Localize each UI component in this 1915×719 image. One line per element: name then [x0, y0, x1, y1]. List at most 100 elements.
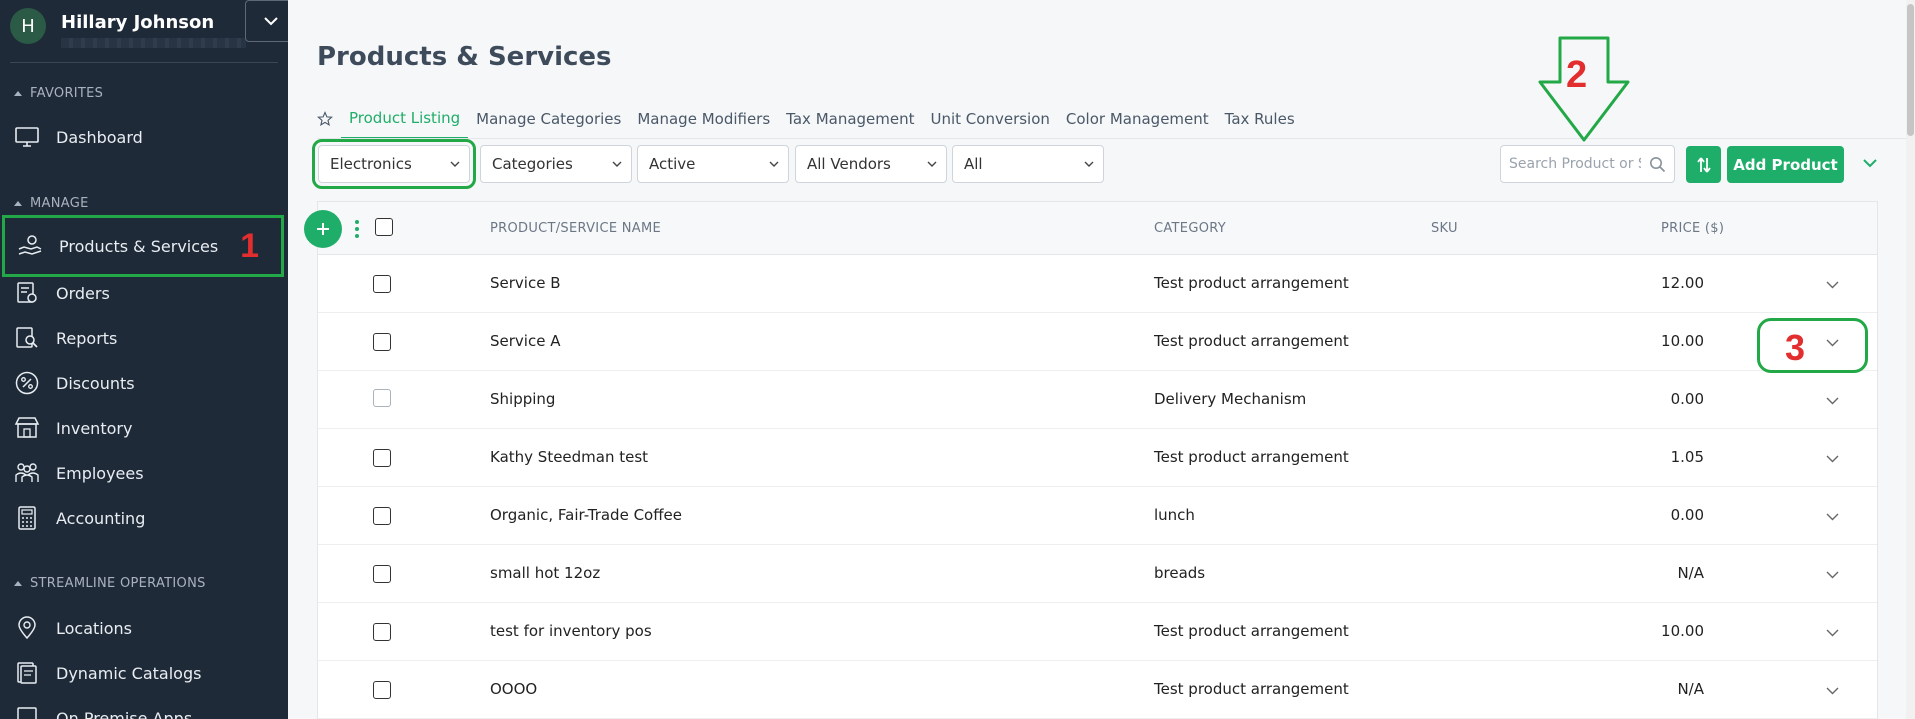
sidebar-item-locations[interactable]: Locations [14, 609, 274, 647]
row-checkbox[interactable] [373, 333, 391, 351]
search-icon[interactable] [1649, 156, 1666, 173]
main-content: Products & Services Product Listing Mana… [288, 0, 1915, 719]
sidebar-item-discounts[interactable]: Discounts [14, 364, 274, 402]
chevron-down-icon[interactable] [1826, 571, 1839, 579]
table-row[interactable]: Shipping Delivery Mechanism 0.00 [318, 371, 1877, 429]
search-input[interactable] [1501, 146, 1641, 182]
row-checkbox[interactable] [373, 507, 391, 525]
status-filter-value: Active [649, 155, 696, 173]
caret-up-icon [14, 201, 22, 206]
product-price: 0.00 [1670, 390, 1704, 408]
page-title: Products & Services [317, 42, 612, 72]
sidebar-item-label: On Premise Apps [56, 708, 193, 719]
sort-button[interactable] [1686, 146, 1721, 183]
sidebar-item-products-services[interactable]: Products & Services 1 [2, 215, 284, 277]
kebab-menu-icon[interactable] [354, 219, 360, 239]
table-row[interactable]: OOOO Test product arrangement N/A [318, 661, 1877, 719]
product-price: N/A [1677, 680, 1704, 698]
sidebar-item-inventory[interactable]: Inventory [14, 409, 274, 447]
product-category: Test product arrangement [1154, 448, 1349, 466]
product-category: breads [1154, 564, 1206, 582]
sidebar-item-reports[interactable]: Reports [14, 319, 274, 357]
section-favorites[interactable]: FAVORITES [14, 86, 103, 101]
annotation-label-1: 1 [240, 226, 259, 265]
row-checkbox[interactable] [373, 681, 391, 699]
row-checkbox[interactable] [373, 623, 391, 641]
sidebar-item-label: Locations [56, 618, 133, 638]
user-profile[interactable]: H Hillary Johnson [10, 0, 288, 60]
add-product-button[interactable]: Add Product [1727, 146, 1844, 183]
product-price: 12.00 [1661, 274, 1704, 292]
scrollbar-thumb[interactable] [1907, 4, 1914, 136]
chevron-down-icon [450, 161, 460, 167]
tab-bar: Product Listing Manage Categories Manage… [317, 99, 1303, 139]
tab-product-listing[interactable]: Product Listing [341, 99, 469, 139]
hand-coins-icon [17, 233, 43, 259]
chevron-down-icon[interactable] [1826, 339, 1839, 347]
sidebar-item-on-premise-apps[interactable]: On Premise Apps [14, 699, 274, 719]
status-filter-select[interactable]: Active [637, 145, 789, 183]
row-checkbox[interactable] [373, 565, 391, 583]
chevron-down-icon[interactable] [1826, 397, 1839, 405]
tab-color-management[interactable]: Color Management [1058, 99, 1217, 139]
type-filter-select[interactable]: All [952, 145, 1104, 183]
column-header-name[interactable]: PRODUCT/SERVICE NAME [490, 221, 661, 236]
column-header-sku[interactable]: SKU [1431, 221, 1458, 236]
search-box[interactable] [1500, 145, 1675, 183]
avatar[interactable]: H [10, 8, 46, 44]
chevron-down-icon[interactable] [1826, 455, 1839, 463]
product-name: small hot 12oz [490, 564, 601, 582]
product-name: Service B [490, 274, 561, 292]
location-pin-icon [14, 615, 40, 641]
percent-icon [14, 370, 40, 396]
section-streamline-operations[interactable]: STREAMLINE OPERATIONS [14, 576, 206, 591]
tab-tax-management[interactable]: Tax Management [778, 99, 922, 139]
chevron-down-icon[interactable] [1826, 629, 1839, 637]
table-row[interactable]: Kathy Steedman test Test product arrange… [318, 429, 1877, 487]
department-filter-select[interactable]: Electronics [312, 139, 476, 189]
table-row[interactable]: Service A Test product arrangement 10.00… [318, 313, 1877, 373]
chevron-down-icon [612, 161, 622, 167]
sidebar: H Hillary Johnson FAVORITES Dashboard MA… [0, 0, 288, 719]
table-row[interactable]: test for inventory pos Test product arra… [318, 603, 1877, 661]
sidebar-item-dynamic-catalogs[interactable]: Dynamic Catalogs [14, 654, 274, 692]
product-price: 10.00 [1661, 622, 1704, 640]
column-header-category[interactable]: CATEGORY [1154, 221, 1226, 236]
column-header-price[interactable]: PRICE ($) [1661, 221, 1724, 236]
row-checkbox[interactable] [373, 275, 391, 293]
reports-icon [14, 325, 40, 351]
people-icon [14, 460, 40, 486]
sidebar-item-accounting[interactable]: Accounting [14, 499, 274, 537]
chevron-down-icon [769, 161, 779, 167]
tab-manage-modifiers[interactable]: Manage Modifiers [629, 99, 778, 139]
chevron-down-icon[interactable] [1826, 687, 1839, 695]
sidebar-item-label: Reports [56, 328, 118, 348]
select-all-checkbox[interactable] [375, 218, 393, 236]
chevron-down-icon[interactable] [1826, 281, 1839, 289]
table-row[interactable]: small hot 12oz breads N/A [318, 545, 1877, 603]
annotation-highlight-box [1757, 318, 1868, 373]
categories-filter-select[interactable]: Categories [480, 145, 632, 183]
products-table: PRODUCT/SERVICE NAME CATEGORY SKU PRICE … [304, 201, 1878, 719]
sidebar-item-label: Dashboard [56, 127, 143, 147]
chevron-down-icon[interactable] [1826, 513, 1839, 521]
section-manage[interactable]: MANAGE [14, 196, 89, 211]
vendors-filter-select[interactable]: All Vendors [795, 145, 947, 183]
add-row-button[interactable] [304, 210, 342, 248]
row-checkbox[interactable] [373, 449, 391, 467]
table-row[interactable]: Organic, Fair-Trade Coffee lunch 0.00 [318, 487, 1877, 545]
product-price: 10.00 [1661, 332, 1704, 350]
star-icon[interactable] [317, 111, 333, 127]
tab-unit-conversion[interactable]: Unit Conversion [923, 99, 1058, 139]
tab-tax-rules[interactable]: Tax Rules [1217, 99, 1303, 139]
tab-manage-categories[interactable]: Manage Categories [468, 99, 629, 139]
user-menu-toggle[interactable] [245, 0, 288, 42]
sidebar-item-dashboard[interactable]: Dashboard [14, 118, 274, 156]
sidebar-item-label: Dynamic Catalogs [56, 663, 202, 683]
page-scrollbar[interactable] [1906, 0, 1915, 719]
sidebar-item-employees[interactable]: Employees [14, 454, 274, 492]
table-row[interactable]: Service B Test product arrangement 12.00 [318, 255, 1877, 313]
row-checkbox[interactable] [373, 389, 391, 407]
chevron-down-icon[interactable] [1860, 155, 1880, 171]
sidebar-item-orders[interactable]: Orders [14, 274, 274, 312]
